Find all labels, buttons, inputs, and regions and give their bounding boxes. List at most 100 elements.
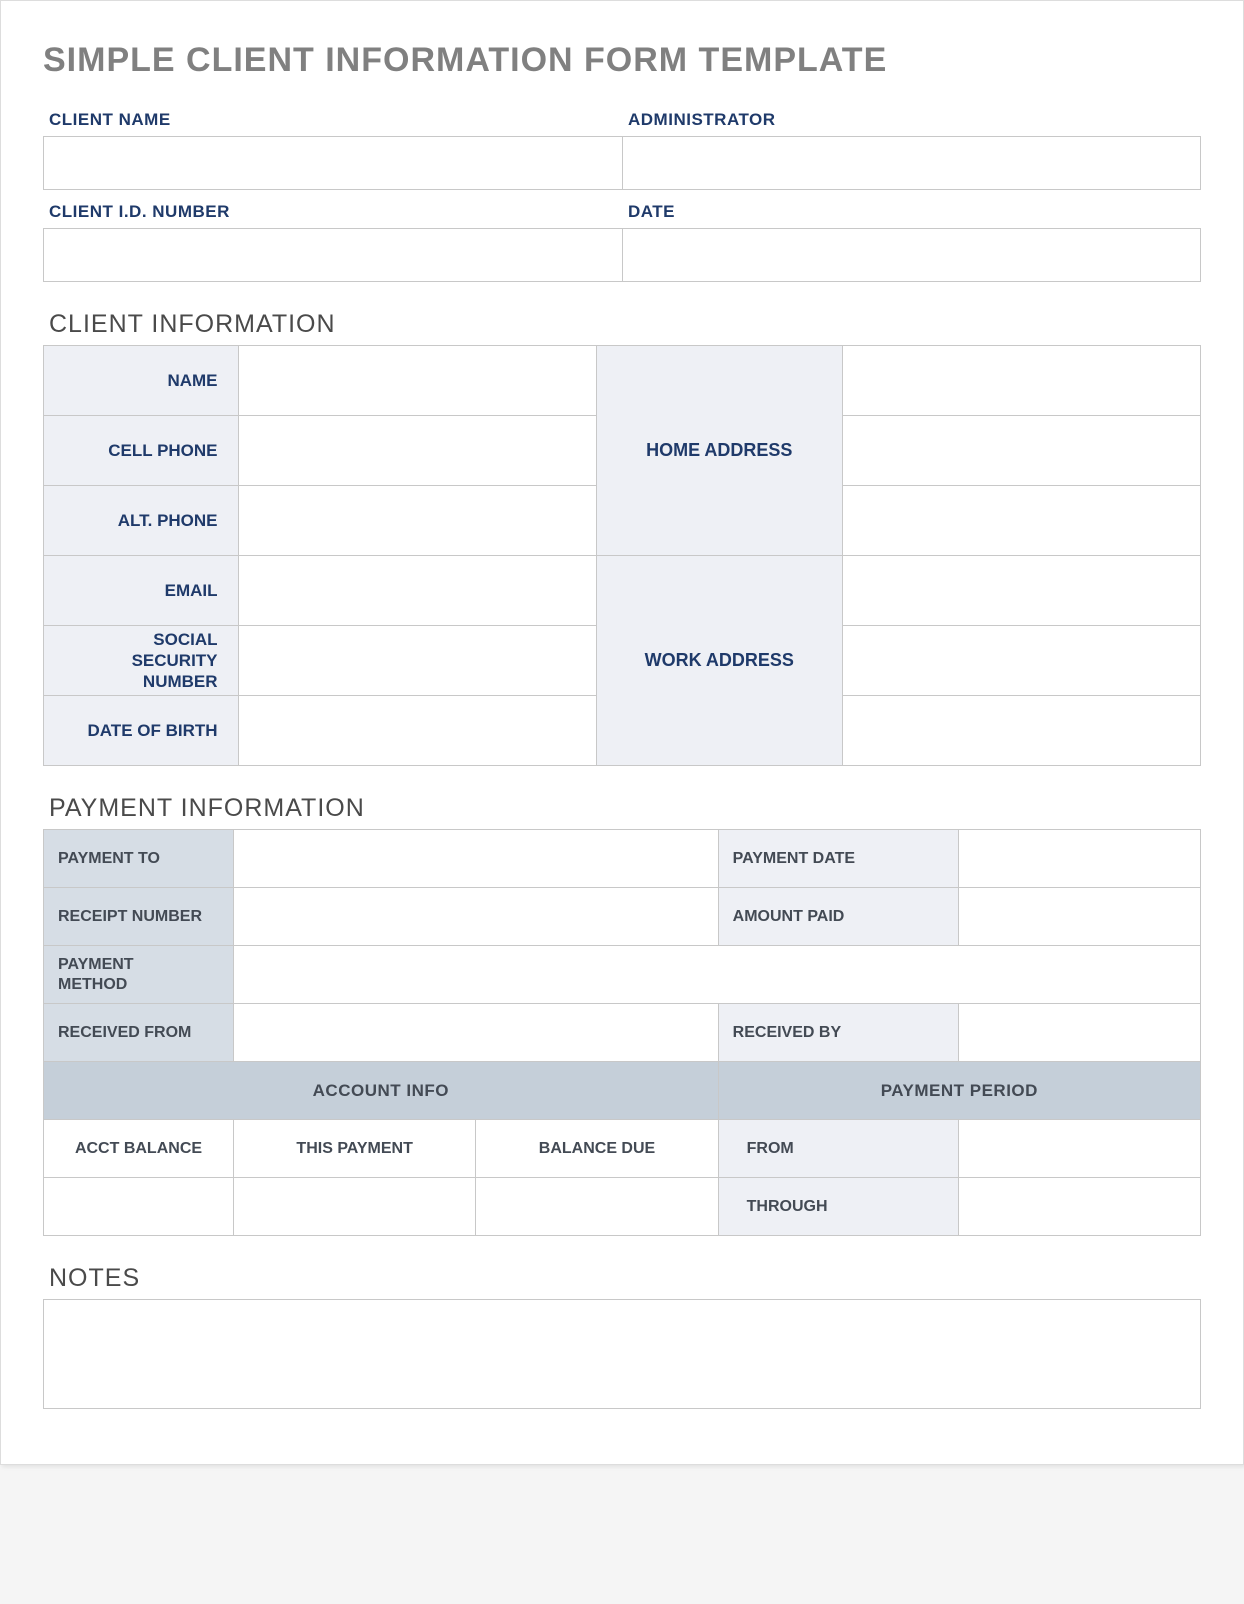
header-row-1: CLIENT NAME ADMINISTRATOR — [43, 110, 1201, 190]
receipt-number-input[interactable] — [248, 888, 704, 945]
through-input[interactable] — [973, 1178, 1186, 1235]
from-label: FROM — [718, 1120, 958, 1178]
ci-dob-label: DATE OF BIRTH — [44, 696, 239, 766]
ci-cell-phone-input[interactable] — [259, 416, 576, 485]
ci-cell-phone-label: CELL PHONE — [44, 416, 239, 486]
ci-work-address-2-cell — [842, 626, 1200, 696]
through-value-cell — [958, 1178, 1200, 1236]
date-input[interactable] — [622, 228, 1201, 282]
ci-ssn-label-2: SECURITY — [132, 651, 218, 670]
through-label: THROUGH — [718, 1178, 958, 1236]
ci-alt-phone-value-cell — [238, 486, 596, 556]
header-row-2: CLIENT I.D. NUMBER DATE — [43, 202, 1201, 282]
page-title: SIMPLE CLIENT INFORMATION FORM TEMPLATE — [43, 41, 1201, 80]
payment-date-value-cell — [958, 830, 1200, 888]
client-info-table: NAME HOME ADDRESS CELL PHONE ALT. PHONE … — [43, 345, 1201, 766]
received-from-input[interactable] — [248, 1004, 704, 1061]
ci-home-address-1-input[interactable] — [863, 346, 1180, 415]
balance-due-input[interactable] — [490, 1178, 703, 1235]
ci-name-input[interactable] — [259, 346, 576, 415]
received-from-label: RECEIVED FROM — [44, 1004, 234, 1062]
administrator-label: ADMINISTRATOR — [622, 110, 1201, 136]
ci-dob-input[interactable] — [259, 696, 576, 765]
payment-to-label: PAYMENT TO — [44, 830, 234, 888]
pi-row-receipt: RECEIPT NUMBER AMOUNT PAID — [44, 888, 1201, 946]
ci-row-email: EMAIL WORK ADDRESS — [44, 556, 1201, 626]
received-from-value-cell — [234, 1004, 719, 1062]
payment-date-label: PAYMENT DATE — [718, 830, 958, 888]
ci-dob-value-cell — [238, 696, 596, 766]
balance-due-value-cell — [476, 1178, 718, 1236]
pi-row-received: RECEIVED FROM RECEIVED BY — [44, 1004, 1201, 1062]
ci-home-address-label: HOME ADDRESS — [596, 346, 842, 556]
administrator-input[interactable] — [622, 136, 1201, 190]
ci-work-address-3-cell — [842, 696, 1200, 766]
payment-date-input[interactable] — [973, 830, 1186, 887]
payment-method-value-cell — [234, 946, 1201, 1004]
client-name-cell: CLIENT NAME — [43, 110, 622, 190]
date-cell: DATE — [622, 202, 1201, 282]
acct-balance-label: ACCT BALANCE — [44, 1120, 234, 1178]
acct-balance-value-cell — [44, 1178, 234, 1236]
pi-row-values: THROUGH — [44, 1178, 1201, 1236]
from-input[interactable] — [973, 1120, 1186, 1177]
ci-alt-phone-input[interactable] — [259, 486, 576, 555]
client-id-input[interactable] — [43, 228, 622, 282]
ci-work-address-1-input[interactable] — [863, 556, 1180, 625]
ci-ssn-value-cell — [238, 626, 596, 696]
received-by-value-cell — [958, 1004, 1200, 1062]
balance-due-label: BALANCE DUE — [476, 1120, 718, 1178]
notes-textarea[interactable] — [43, 1299, 1201, 1409]
ci-email-label: EMAIL — [44, 556, 239, 626]
ci-alt-phone-label: ALT. PHONE — [44, 486, 239, 556]
amount-paid-value-cell — [958, 888, 1200, 946]
ci-name-label: NAME — [44, 346, 239, 416]
this-payment-input[interactable] — [248, 1178, 461, 1235]
amount-paid-label: AMOUNT PAID — [718, 888, 958, 946]
payment-to-input[interactable] — [248, 830, 704, 887]
payment-method-label-2: METHOD — [58, 976, 127, 993]
ci-ssn-label-1: SOCIAL — [153, 630, 217, 649]
date-label: DATE — [622, 202, 1201, 228]
ci-email-value-cell — [238, 556, 596, 626]
ci-name-value-cell — [238, 346, 596, 416]
received-by-input[interactable] — [973, 1004, 1186, 1061]
acct-balance-input[interactable] — [58, 1178, 219, 1235]
ci-work-address-1-cell — [842, 556, 1200, 626]
received-by-label: RECEIVED BY — [718, 1004, 958, 1062]
payment-to-value-cell — [234, 830, 719, 888]
amount-paid-input[interactable] — [973, 888, 1186, 945]
ci-home-address-3-cell — [842, 486, 1200, 556]
pi-row-payment-to: PAYMENT TO PAYMENT DATE — [44, 830, 1201, 888]
administrator-cell: ADMINISTRATOR — [622, 110, 1201, 190]
ci-home-address-2-cell — [842, 416, 1200, 486]
payment-method-label: PAYMENT METHOD — [44, 946, 234, 1004]
ci-cell-phone-value-cell — [238, 416, 596, 486]
client-name-label: CLIENT NAME — [43, 110, 622, 136]
this-payment-value-cell — [234, 1178, 476, 1236]
ci-work-address-2-input[interactable] — [863, 626, 1180, 695]
ci-ssn-input[interactable] — [259, 626, 576, 695]
page: SIMPLE CLIENT INFORMATION FORM TEMPLATE … — [0, 0, 1244, 1465]
payment-method-input[interactable] — [248, 946, 1186, 1003]
client-info-section-title: CLIENT INFORMATION — [43, 310, 1201, 339]
payment-method-label-1: PAYMENT — [58, 956, 134, 973]
ci-home-address-2-input[interactable] — [863, 416, 1180, 485]
header-block: CLIENT NAME ADMINISTRATOR CLIENT I.D. NU… — [43, 110, 1201, 282]
ci-ssn-label-3: NUMBER — [143, 672, 218, 691]
ci-email-input[interactable] — [259, 556, 576, 625]
pi-row-subheads: ACCT BALANCE THIS PAYMENT BALANCE DUE FR… — [44, 1120, 1201, 1178]
client-id-label: CLIENT I.D. NUMBER — [43, 202, 622, 228]
receipt-number-value-cell — [234, 888, 719, 946]
ci-home-address-1-cell — [842, 346, 1200, 416]
ci-home-address-3-input[interactable] — [863, 486, 1180, 555]
client-name-input[interactable] — [43, 136, 622, 190]
pi-row-method: PAYMENT METHOD — [44, 946, 1201, 1004]
notes-section-title: NOTES — [43, 1264, 1201, 1293]
from-value-cell — [958, 1120, 1200, 1178]
ci-ssn-label: SOCIAL SECURITY NUMBER — [44, 626, 239, 696]
pi-row-section-heads: ACCOUNT INFO PAYMENT PERIOD — [44, 1062, 1201, 1120]
payment-section-title: PAYMENT INFORMATION — [43, 794, 1201, 823]
ci-work-address-3-input[interactable] — [863, 696, 1180, 765]
ci-row-name: NAME HOME ADDRESS — [44, 346, 1201, 416]
